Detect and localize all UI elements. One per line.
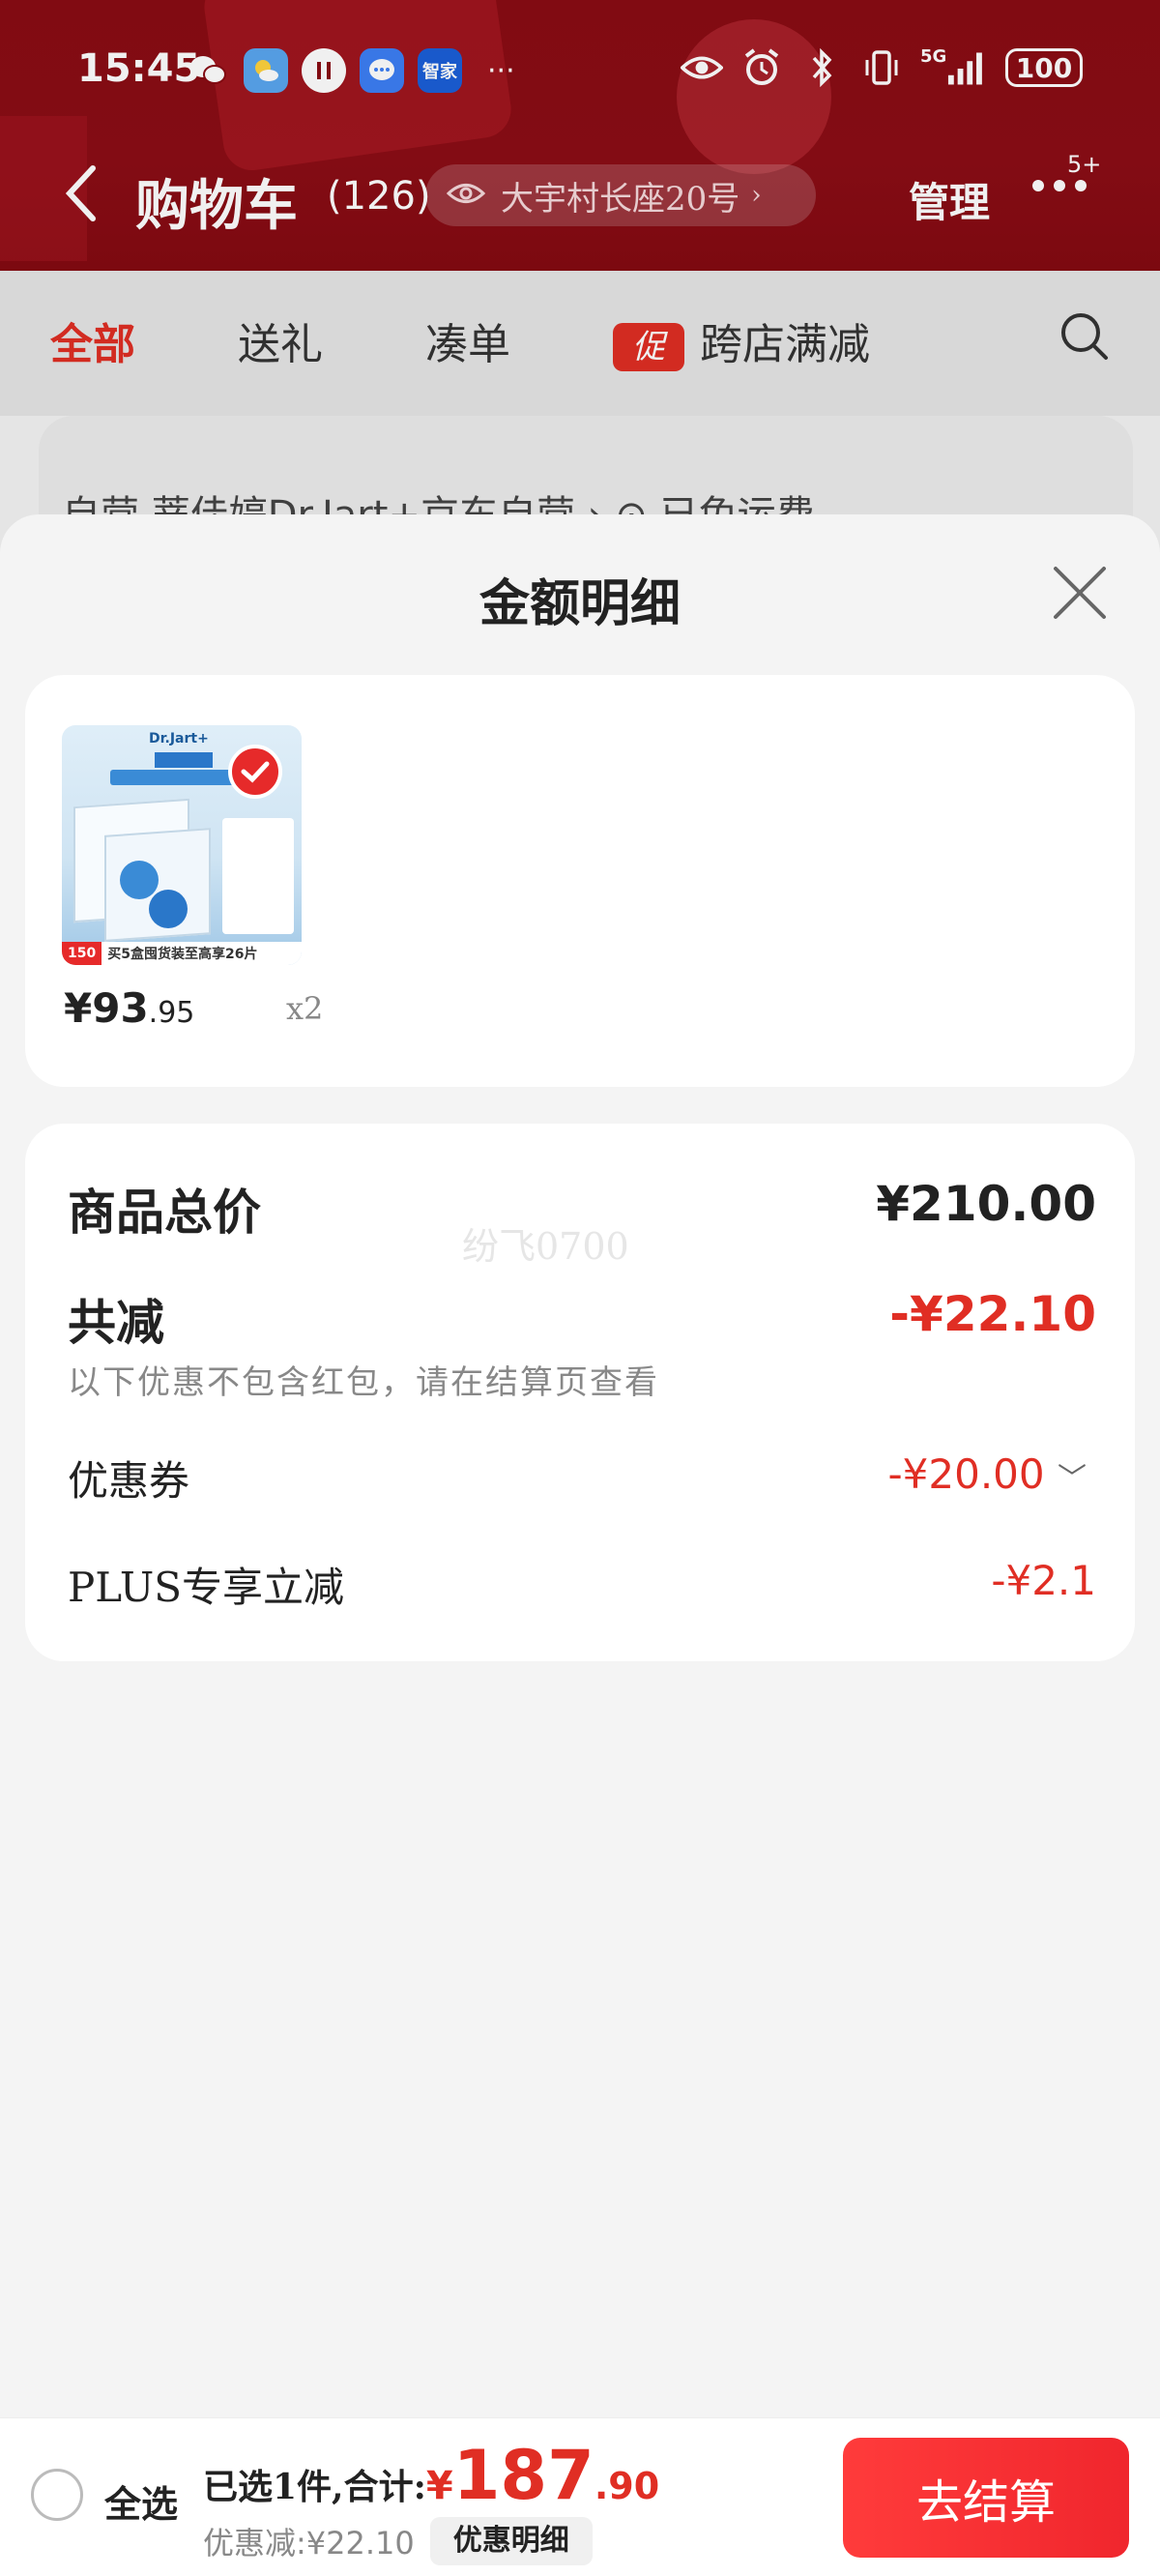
close-icon[interactable] [1050,563,1110,623]
price-summary-card: 纷飞0700 商品总价 ¥210.00 共减 -¥22.10 以下优惠不包含红包… [25,1124,1135,1661]
plus-discount-value: -¥2.1 [991,1557,1096,1604]
discount-detail-button[interactable]: 优惠明细 [429,2517,593,2565]
discount-text: 优惠减:¥22.10 [203,2525,415,2561]
checkout-bar: 全选 已选1件,合计:¥187.90 优惠减:¥22.10 优惠明细 去结算 [0,2417,1160,2576]
coupon-value: -¥20.00 [887,1450,1045,1498]
sheet-title: 金额明细 [478,574,681,633]
product-image-badge: 150 [62,942,102,965]
coupon-row[interactable]: -¥20.00 ﹀ [888,1450,1087,1498]
checkout-button[interactable]: 去结算 [843,2438,1129,2558]
total-reduction-label: 共减 [68,1294,164,1351]
select-all-checkbox[interactable] [31,2469,83,2521]
product-image[interactable]: Dr.Jart+ 150 买5盒囤货装至高享26片 [62,725,302,965]
total-reduction-value: -¥22.10 [889,1286,1096,1342]
amount-detail-sheet: 金额明细 Dr.Jart+ 150 买5盒囤货装至高享26片 ¥93.95 x2… [0,514,1160,2576]
selected-summary-text: 已选1件,合计: [203,2467,426,2507]
coupon-label: 优惠券 [68,1457,190,1505]
order-total: 已选1件,合计:¥187.90 [203,2442,659,2509]
select-all-label[interactable]: 全选 [104,2474,178,2528]
product-image-banner: 150 买5盒囤货装至高享26片 [62,942,302,965]
total-price-value: ¥210.00 [876,1176,1096,1232]
product-brand-text: Dr.Jart+ [149,731,209,746]
product-image-banner-text: 买5盒囤货装至高享26片 [107,947,258,962]
product-quantity: x2 [286,990,324,1027]
total-price-label: 商品总价 [68,1184,261,1241]
checkmark-icon [228,745,282,799]
chevron-down-icon: ﹀ [1058,1462,1087,1496]
discount-line: 优惠减:¥22.10 优惠明细 [203,2517,593,2565]
reduction-note: 以下优惠不包含红包，请在结算页查看 [68,1363,659,1402]
total-decimal: .90 [594,2465,660,2507]
plus-discount-label: PLUS专享立减 [68,1564,345,1611]
watermark: 纷飞0700 [462,1225,629,1268]
total-integer: 187 [452,2436,594,2515]
product-card: Dr.Jart+ 150 买5盒囤货装至高享26片 ¥93.95 x2 [25,675,1135,1087]
product-price: ¥93.95 [64,984,195,1032]
currency-symbol: ¥ [425,2464,453,2508]
